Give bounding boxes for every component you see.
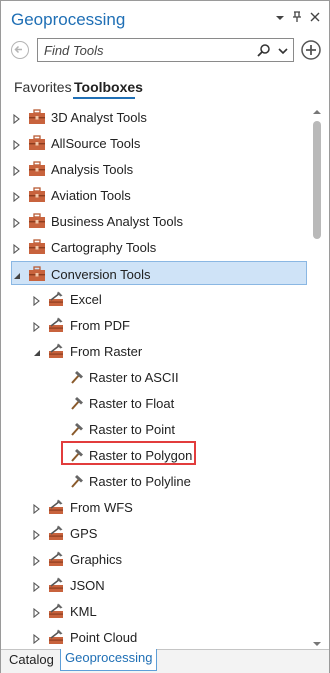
tree-item-label: Raster to ASCII [89, 370, 179, 385]
toolset-icon [48, 343, 66, 359]
toolbox-icon [28, 187, 46, 203]
toolset-icon [48, 577, 66, 593]
tree-item-label: From Raster [70, 344, 143, 359]
scrollbar-thumb[interactable] [313, 121, 321, 239]
collapsed-arrow-icon[interactable] [12, 138, 22, 151]
collapsed-arrow-icon[interactable] [12, 216, 22, 229]
toolbox-icon [28, 266, 46, 282]
highlight-annotation-box [61, 441, 196, 465]
tree-item-label: From WFS [70, 500, 133, 515]
tree-item[interactable]: Raster to Float [1, 391, 307, 415]
toolset-icon [48, 551, 66, 567]
scroll-up-icon[interactable] [312, 104, 322, 114]
toolset-icon [48, 525, 66, 541]
search-input[interactable] [44, 42, 244, 58]
geoprocessing-pane: Geoprocessing Favorites Toolboxes 3D Ana… [0, 0, 330, 673]
search-box [37, 38, 294, 62]
tree-item-label: Graphics [70, 552, 123, 567]
expanded-arrow-icon[interactable] [12, 269, 22, 279]
tree-item[interactable]: Raster to Point [1, 417, 307, 441]
collapsed-arrow-icon[interactable] [32, 554, 42, 567]
tree-item-label: From PDF [70, 318, 130, 333]
tree-item-label: Point Cloud [70, 630, 138, 645]
tree-item-label: Excel [70, 292, 102, 307]
tree-item[interactable]: Aviation Tools [1, 183, 307, 207]
title-bar: Geoprocessing [1, 1, 329, 37]
tree-item-label: KML [70, 604, 97, 619]
collapsed-arrow-icon[interactable] [12, 112, 22, 125]
collapsed-arrow-icon[interactable] [32, 528, 42, 541]
tree-item[interactable]: Business Analyst Tools [1, 209, 307, 233]
tree-item[interactable]: 3D Analyst Tools [1, 105, 307, 129]
collapsed-arrow-icon[interactable] [32, 632, 42, 645]
toolbox-icon [28, 213, 46, 229]
tree-item[interactable]: Raster to Polyline [1, 469, 307, 493]
close-icon[interactable] [308, 11, 322, 25]
tree-item-label: Conversion Tools [51, 267, 151, 282]
toolbox-icon [28, 109, 46, 125]
collapsed-arrow-icon[interactable] [32, 606, 42, 619]
tree-item-label: Aviation Tools [51, 188, 131, 203]
tree-item[interactable]: JSON [1, 573, 307, 597]
toolbox-icon [28, 161, 46, 177]
toolset-icon [48, 499, 66, 515]
toolset-icon [48, 629, 66, 645]
tree-item-label: 3D Analyst Tools [51, 110, 147, 125]
expanded-arrow-icon[interactable] [32, 346, 42, 356]
tree-item[interactable]: Conversion Tools [11, 261, 307, 285]
pane-title: Geoprocessing [11, 10, 126, 29]
tree-item[interactable]: From Raster [1, 339, 307, 363]
tree-item[interactable]: Cartography Tools [1, 235, 307, 259]
collapsed-arrow-icon[interactable] [32, 502, 42, 515]
tree-item-label: Raster to Point [89, 422, 175, 437]
tree-item-label: Raster to Polyline [89, 474, 191, 489]
add-toolbox-button[interactable] [300, 39, 322, 61]
hammer-icon [68, 473, 86, 489]
tree-item[interactable]: GPS [1, 521, 307, 545]
back-button[interactable] [11, 41, 29, 59]
tree-item-label: GPS [70, 526, 98, 541]
collapsed-arrow-icon[interactable] [32, 294, 42, 307]
scroll-down-icon[interactable] [312, 636, 322, 646]
search-options-chevron-down-icon[interactable] [276, 44, 290, 58]
pin-icon[interactable] [290, 11, 304, 26]
tree-item[interactable]: From WFS [1, 495, 307, 519]
tree-item-label: Cartography Tools [51, 240, 157, 255]
tab-favorites[interactable]: Favorites [14, 79, 72, 95]
collapsed-arrow-icon[interactable] [12, 190, 22, 203]
tree-item-label: JSON [70, 578, 105, 593]
hammer-icon [68, 395, 86, 411]
tree-item-label: Business Analyst Tools [51, 214, 183, 229]
tree-item[interactable]: From PDF [1, 313, 307, 337]
tree-item-label: Analysis Tools [51, 162, 134, 177]
collapsed-arrow-icon[interactable] [12, 242, 22, 255]
search-icon[interactable] [256, 43, 272, 59]
toolbox-icon [28, 239, 46, 255]
tree-item[interactable]: Raster to ASCII [1, 365, 307, 389]
tree-item-label: Raster to Float [89, 396, 175, 411]
tree-item[interactable]: AllSource Tools [1, 131, 307, 155]
tree-item[interactable]: KML [1, 599, 307, 623]
tree-item[interactable]: Graphics [1, 547, 307, 571]
collapsed-arrow-icon[interactable] [32, 580, 42, 593]
active-tab-indicator [73, 97, 135, 99]
toolset-icon [48, 603, 66, 619]
tab-toolboxes[interactable]: Toolboxes [74, 79, 143, 95]
tree-item[interactable]: Excel [1, 287, 307, 311]
toolbox-icon [28, 135, 46, 151]
toolset-icon [48, 317, 66, 333]
hammer-icon [68, 369, 86, 385]
tab-catalog[interactable]: Catalog [9, 652, 54, 670]
toolbox-tree: 3D Analyst Tools AllSource Tools Analysis … [1, 103, 307, 647]
collapsed-arrow-icon[interactable] [12, 164, 22, 177]
tab-geoprocessing[interactable]: Geoprocessing [60, 649, 158, 671]
pane-options-dropdown-icon[interactable] [273, 11, 287, 25]
tree-item-label: AllSource Tools [51, 136, 141, 151]
tree-item[interactable]: Analysis Tools [1, 157, 307, 181]
tree-item[interactable]: Point Cloud [1, 625, 307, 647]
collapsed-arrow-icon[interactable] [32, 320, 42, 333]
hammer-icon [68, 421, 86, 437]
toolset-icon [48, 291, 66, 307]
